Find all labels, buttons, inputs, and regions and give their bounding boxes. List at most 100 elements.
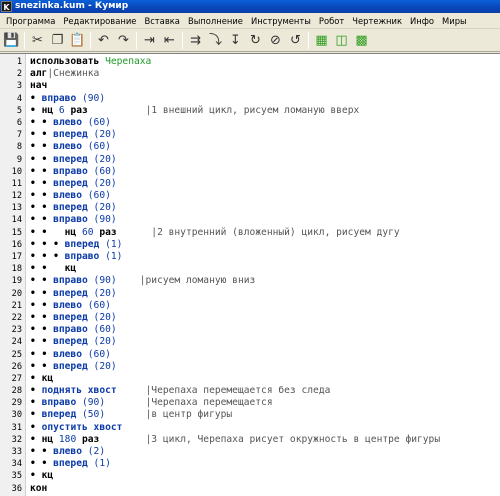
code-line[interactable]: 8 • • влево (60) xyxy=(0,141,500,153)
code-token: вперед xyxy=(53,287,94,299)
code-line[interactable]: 12 • • влево (60) xyxy=(0,190,500,202)
cut-icon[interactable]: ✂ xyxy=(28,31,47,50)
save-icon[interactable]: 💾 xyxy=(2,31,21,50)
code-token: • • xyxy=(30,348,54,360)
line-number: 34 xyxy=(11,459,22,470)
code-line[interactable]: 6 • • влево (60) xyxy=(0,117,500,129)
run-icon[interactable]: ⇉ xyxy=(186,31,205,50)
code-line[interactable]: 13 • • вперед (20) xyxy=(0,202,500,214)
menu-item[interactable]: Вставка xyxy=(140,13,184,29)
code-line[interactable]: 10 • • вправо (60) xyxy=(0,166,500,178)
line-number: 12 xyxy=(11,191,22,202)
line-number: 17 xyxy=(11,252,22,262)
code-token: • • xyxy=(30,202,54,214)
code-line[interactable]: 32 • нц 180 раз |3 цикл, Черепаха рисует … xyxy=(0,434,500,446)
code-token: вперед xyxy=(53,458,94,470)
step-into-icon[interactable]: ↧ xyxy=(226,31,245,50)
redo-icon[interactable]: ↷ xyxy=(114,31,133,50)
code-line[interactable]: 21 • • влево (60) xyxy=(0,300,500,312)
code-line[interactable]: 14 • • вправо (90) xyxy=(0,214,500,226)
code-line[interactable]: 5 • нц 6 раз |1 внешний цикл, рисуем лома… xyxy=(0,105,500,117)
line-number: 35 xyxy=(11,471,22,482)
code-token: • • xyxy=(30,446,54,457)
code-token: (20) xyxy=(93,153,117,165)
code-line[interactable]: 11 • • вперед (20) xyxy=(0,178,500,190)
code-line[interactable]: 36 кон xyxy=(0,483,500,495)
code-line[interactable]: 31 • опустить хвост xyxy=(0,422,500,434)
code-line[interactable]: 27 • кц xyxy=(0,373,500,385)
code-line[interactable]: 33 • • влево (2) xyxy=(0,446,500,458)
code-token: (60) xyxy=(93,165,117,177)
code-line[interactable]: 15 • • нц 60 раз |2 внутренний (вложенный… xyxy=(0,227,500,239)
code-area[interactable]: 1 использовать Черепаха 2 алг|Снежинка 3 нач 4… xyxy=(0,56,500,495)
step-over-icon[interactable]: ↻ xyxy=(246,31,265,50)
menu-item[interactable]: Инструменты xyxy=(247,13,315,29)
code-line[interactable]: 23 • • вправо (60) xyxy=(0,324,500,336)
code-line[interactable]: 19 • • вправо (90) |рисуем ломаную вниз xyxy=(0,275,500,287)
line-number: 7 xyxy=(16,130,22,141)
code-token: • • xyxy=(30,153,54,165)
menu-item[interactable]: Выполнение xyxy=(184,13,247,29)
code-line[interactable]: 16 • • • вперед (1) xyxy=(0,239,500,251)
menu-item[interactable]: Миры xyxy=(438,13,471,29)
code-editor[interactable]: 1 использовать Черепаха 2 алг|Снежинка 3 нач 4… xyxy=(0,53,500,496)
paste-icon[interactable]: 📋 xyxy=(68,31,87,50)
code-line[interactable]: 35 • кц xyxy=(0,470,500,482)
undo-icon[interactable]: ↶ xyxy=(94,31,113,50)
code-line[interactable]: 7 • • вперед (20) xyxy=(0,129,500,141)
code-token: • • xyxy=(30,214,54,226)
code-token: • • xyxy=(30,190,54,202)
code-token: 6 xyxy=(58,104,71,116)
grid-icon[interactable]: ▦ xyxy=(312,31,331,50)
line-number: 8 xyxy=(16,142,22,153)
indent-icon[interactable]: ⇥ xyxy=(140,31,159,50)
code-line[interactable]: 1 использовать Черепаха xyxy=(0,56,500,68)
robot-window-icon[interactable]: ◫ xyxy=(332,31,351,50)
copy-icon[interactable]: ❐ xyxy=(48,31,67,50)
code-token: |1 внешний цикл, рисуем ломаную вверх xyxy=(87,104,360,116)
code-line[interactable]: 30 • вперед (50) |в центр фигуры xyxy=(0,409,500,421)
code-token: нач xyxy=(30,80,48,92)
menu-bar: Программа Редактирование Вставка Выполнение… xyxy=(0,13,500,29)
code-line[interactable]: 28 • поднять хвост |Черепаха перемещается… xyxy=(0,385,500,397)
code-line[interactable]: 3 нач xyxy=(0,80,500,92)
draw-window-icon[interactable]: ▩ xyxy=(352,31,371,50)
code-line[interactable]: 25 • • влево (60) xyxy=(0,349,500,361)
code-line[interactable]: 17 • • • вправо (1) xyxy=(0,251,500,263)
code-token: • xyxy=(30,397,42,409)
code-token: • • xyxy=(30,141,54,153)
code-token: вправо xyxy=(53,214,94,226)
code-line[interactable]: 24 • • вперед (20) xyxy=(0,336,500,348)
code-line[interactable]: 22 • • вперед (20) xyxy=(0,312,500,324)
code-line[interactable]: 9 • • вперед (20) xyxy=(0,154,500,166)
code-token: • xyxy=(30,409,42,421)
code-token: вперед xyxy=(41,409,82,421)
code-token: (90) xyxy=(93,275,117,287)
code-line[interactable]: 18 • • кц xyxy=(0,263,500,275)
code-token: вперед xyxy=(53,336,94,348)
menu-item[interactable]: Программа xyxy=(2,13,59,29)
step-icon[interactable]: ⤵ xyxy=(206,31,225,50)
menu-item[interactable]: Чертежник xyxy=(348,13,406,29)
step-out-icon[interactable]: ↺ xyxy=(286,31,305,50)
menu-item[interactable]: Редактирование xyxy=(59,13,140,29)
code-token: • • xyxy=(30,299,54,311)
outdent-icon[interactable]: ⇤ xyxy=(160,31,179,50)
menu-item[interactable]: Робот xyxy=(315,13,348,29)
stop-icon[interactable]: ⊘ xyxy=(266,31,285,50)
code-line[interactable]: 29 • вправо (90) |Черепаха перемещается xyxy=(0,397,500,409)
toolbar-separator xyxy=(182,31,183,49)
line-number: 2 xyxy=(16,69,22,80)
line-number: 10 xyxy=(11,166,22,177)
code-line[interactable]: 26 • • вперед (20) xyxy=(0,361,500,373)
code-token: влево xyxy=(53,299,88,311)
menu-item[interactable]: Инфо xyxy=(406,13,438,29)
window-title: snezinka.kum - Кумир xyxy=(15,1,129,11)
code-line[interactable]: 2 алг|Снежинка xyxy=(0,68,500,80)
code-line[interactable]: 34 • • вперед (1) xyxy=(0,458,500,470)
code-line[interactable]: 20 • • вперед (20) xyxy=(0,288,500,300)
code-token: кон xyxy=(30,482,48,494)
code-token: 60 xyxy=(81,226,100,238)
code-line[interactable]: 4 • вправо (90) xyxy=(0,93,500,105)
code-token: алг xyxy=(30,68,48,80)
